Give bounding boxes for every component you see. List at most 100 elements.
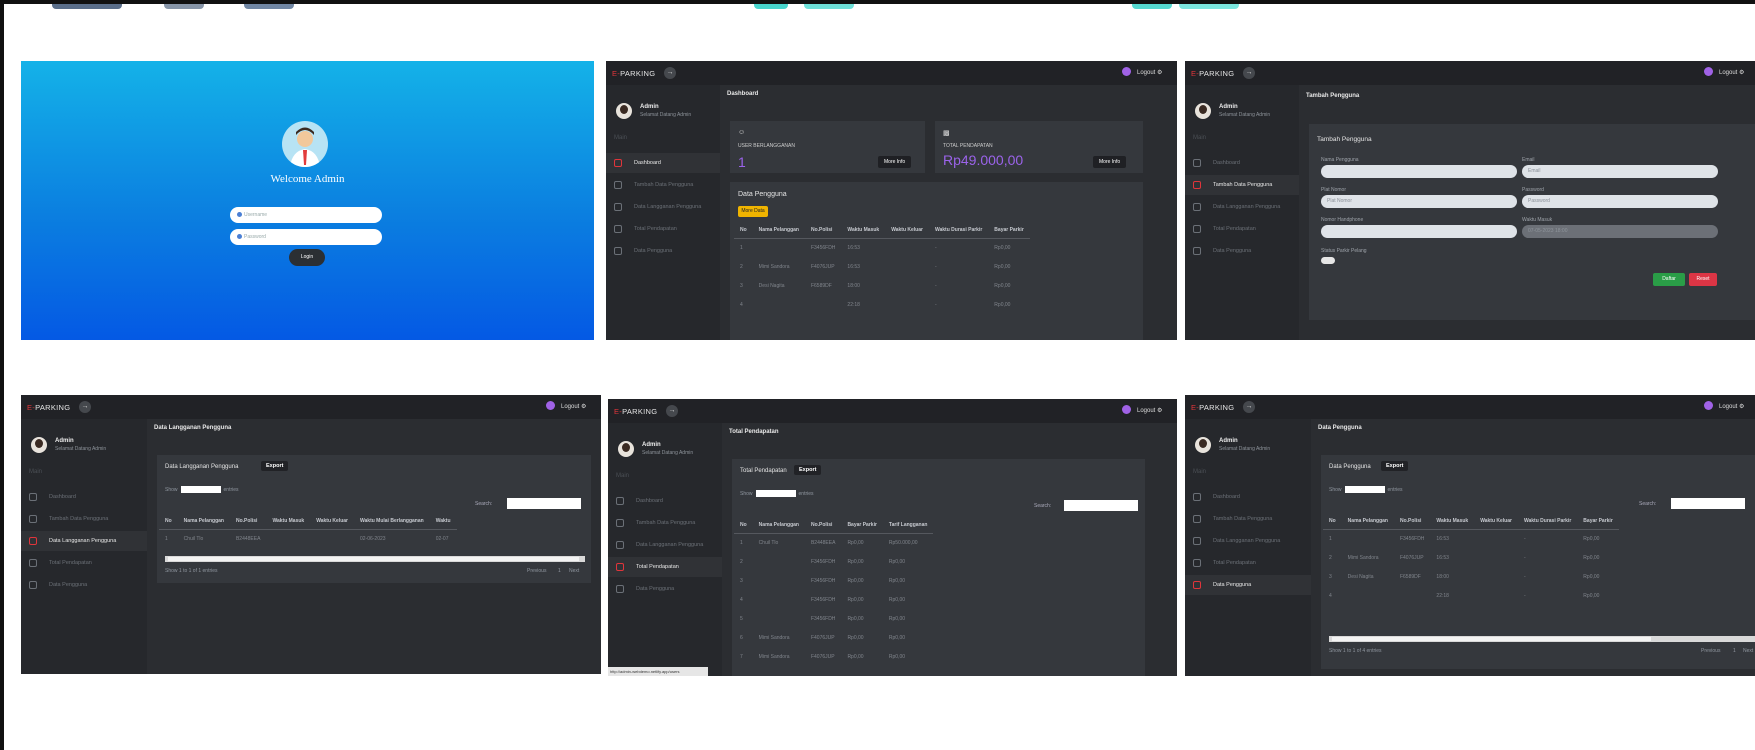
nomor-handphone-input[interactable]: [1321, 225, 1517, 238]
sidebar-item-1[interactable]: Tambah Data Pengguna: [1185, 509, 1311, 529]
show-entries[interactable]: Show entries: [740, 490, 814, 497]
search-input[interactable]: [1671, 498, 1745, 509]
sidebar-item-2[interactable]: Data Langganan Pengguna: [1185, 531, 1311, 551]
sidebar-item-0[interactable]: Dashboard: [21, 487, 147, 507]
sidebar-item-3[interactable]: Total Pendapatan: [608, 557, 722, 577]
sidebar-item-4[interactable]: Data Pengguna: [1185, 575, 1311, 595]
previous-link[interactable]: Previous: [527, 568, 546, 574]
password-input[interactable]: Password: [230, 229, 382, 245]
plat-nomor-input[interactable]: Plat Nomor: [1321, 195, 1517, 208]
column-header[interactable]: Bayar Parkir: [988, 222, 1030, 239]
notification-icon[interactable]: [1122, 405, 1131, 414]
export-button[interactable]: Export: [261, 461, 289, 471]
sidebar-item-1[interactable]: Tambah Data Pengguna: [608, 513, 722, 533]
column-header[interactable]: Waktu Keluar: [310, 513, 354, 530]
notification-icon[interactable]: [1704, 401, 1713, 410]
column-header[interactable]: Waktu: [429, 513, 457, 530]
column-header[interactable]: Waktu Durasi Parkir: [928, 222, 989, 239]
sidebar-toggle-icon[interactable]: →: [664, 67, 676, 79]
entries-select[interactable]: [180, 486, 221, 493]
sidebar-item-1[interactable]: Tambah Data Pengguna: [21, 509, 147, 529]
logout-link[interactable]: Logout ⚙: [1137, 407, 1162, 414]
column-header[interactable]: No.Polisi: [804, 222, 842, 239]
email-input[interactable]: Email: [1522, 165, 1718, 178]
login-button[interactable]: Login: [289, 249, 325, 266]
column-header[interactable]: No: [1323, 513, 1342, 530]
logout-link[interactable]: Logout ⚙: [1719, 69, 1744, 76]
more-info-button[interactable]: More Info: [1093, 156, 1127, 168]
daftar-button[interactable]: Daftar: [1653, 273, 1685, 286]
more-info-button[interactable]: More Info: [878, 156, 912, 168]
column-header[interactable]: No.Polisi: [1393, 513, 1431, 530]
next-link[interactable]: Next: [1743, 648, 1753, 654]
more-data-button[interactable]: More Data: [738, 206, 768, 217]
sidebar-toggle-icon[interactable]: →: [1243, 401, 1255, 413]
column-header[interactable]: Waktu Masuk: [266, 513, 311, 530]
notification-icon[interactable]: [1704, 67, 1713, 76]
column-header[interactable]: No: [734, 222, 753, 239]
sidebar-item-3[interactable]: Total Pendapatan: [1185, 219, 1299, 239]
sidebar-item-2[interactable]: Data Langganan Pengguna: [606, 197, 720, 217]
column-header[interactable]: Waktu Keluar: [1474, 513, 1518, 530]
column-header[interactable]: Waktu Masuk: [1430, 513, 1475, 530]
column-header[interactable]: Bayar Parkir: [1577, 513, 1619, 530]
sidebar-item-0[interactable]: Dashboard: [1185, 153, 1299, 173]
show-entries[interactable]: Show entries: [1329, 486, 1403, 493]
notification-icon[interactable]: [1122, 67, 1131, 76]
sidebar-item-0[interactable]: Dashboard: [606, 153, 720, 173]
waktu-masuk-input[interactable]: 07-05-2023 18:00: [1522, 225, 1718, 238]
column-header[interactable]: Tarif Langganan: [882, 517, 934, 534]
column-header[interactable]: Nama Pelanggan: [752, 517, 805, 534]
column-header[interactable]: Waktu Mulai Berlangganan: [353, 513, 430, 530]
search-input[interactable]: [1064, 500, 1138, 511]
entries-select[interactable]: [1344, 486, 1385, 493]
next-link[interactable]: Next: [569, 568, 579, 574]
scrollbar-thumb[interactable]: [168, 557, 579, 561]
column-header[interactable]: Bayar Parkir: [841, 517, 883, 534]
sidebar-item-3[interactable]: Total Pendapatan: [606, 219, 720, 239]
username-input[interactable]: Username: [230, 207, 382, 223]
export-button[interactable]: Export: [794, 465, 822, 475]
sidebar-item-4[interactable]: Data Pengguna: [608, 579, 722, 599]
sidebar-item-4[interactable]: Data Pengguna: [21, 575, 147, 595]
logout-link[interactable]: Logout ⚙: [1137, 69, 1162, 76]
column-header[interactable]: Nama Pelanggan: [1341, 513, 1394, 530]
sidebar-toggle-icon[interactable]: →: [666, 405, 678, 417]
entries-select[interactable]: [755, 490, 796, 497]
scrollbar-thumb[interactable]: [1332, 637, 1651, 641]
column-header[interactable]: No: [734, 517, 753, 534]
sidebar-item-1[interactable]: Tambah Data Pengguna: [606, 175, 720, 195]
sidebar-item-1[interactable]: Tambah Data Pengguna: [1185, 175, 1299, 195]
sidebar-item-3[interactable]: Total Pendapatan: [1185, 553, 1311, 573]
horizontal-scrollbar[interactable]: [165, 556, 585, 562]
sidebar-item-2[interactable]: Data Langganan Pengguna: [21, 531, 147, 551]
page-1-link[interactable]: 1: [1733, 648, 1736, 654]
notification-icon[interactable]: [546, 401, 555, 410]
column-header[interactable]: Nama Pelanggan: [177, 513, 230, 530]
sidebar-item-4[interactable]: Data Pengguna: [606, 241, 720, 261]
sidebar-item-0[interactable]: Dashboard: [608, 491, 722, 511]
previous-link[interactable]: Previous: [1701, 648, 1720, 654]
reset-button[interactable]: Reset: [1689, 273, 1717, 286]
sidebar-toggle-icon[interactable]: →: [79, 401, 91, 413]
logout-link[interactable]: Logout ⚙: [1719, 403, 1744, 410]
sidebar-toggle-icon[interactable]: →: [1243, 67, 1255, 79]
column-header[interactable]: No.Polisi: [804, 517, 842, 534]
password-input[interactable]: Password: [1522, 195, 1718, 208]
column-header[interactable]: No.Polisi: [229, 513, 267, 530]
show-entries[interactable]: Show entries: [165, 486, 239, 493]
column-header[interactable]: Nama Pelanggan: [752, 222, 805, 239]
search-input[interactable]: [507, 498, 581, 509]
sidebar-item-2[interactable]: Data Langganan Pengguna: [608, 535, 722, 555]
sidebar-item-3[interactable]: Total Pendapatan: [21, 553, 147, 573]
column-header[interactable]: No: [159, 513, 178, 530]
column-header[interactable]: Waktu Masuk: [841, 222, 886, 239]
nama-pengguna-input[interactable]: [1321, 165, 1517, 178]
horizontal-scrollbar[interactable]: [1329, 636, 1755, 642]
page-1-link[interactable]: 1: [558, 568, 561, 574]
column-header[interactable]: Waktu Keluar: [885, 222, 929, 239]
status-toggle[interactable]: [1321, 257, 1335, 264]
logout-link[interactable]: Logout ⚙: [561, 403, 586, 410]
sidebar-item-2[interactable]: Data Langganan Pengguna: [1185, 197, 1299, 217]
sidebar-item-0[interactable]: Dashboard: [1185, 487, 1311, 507]
